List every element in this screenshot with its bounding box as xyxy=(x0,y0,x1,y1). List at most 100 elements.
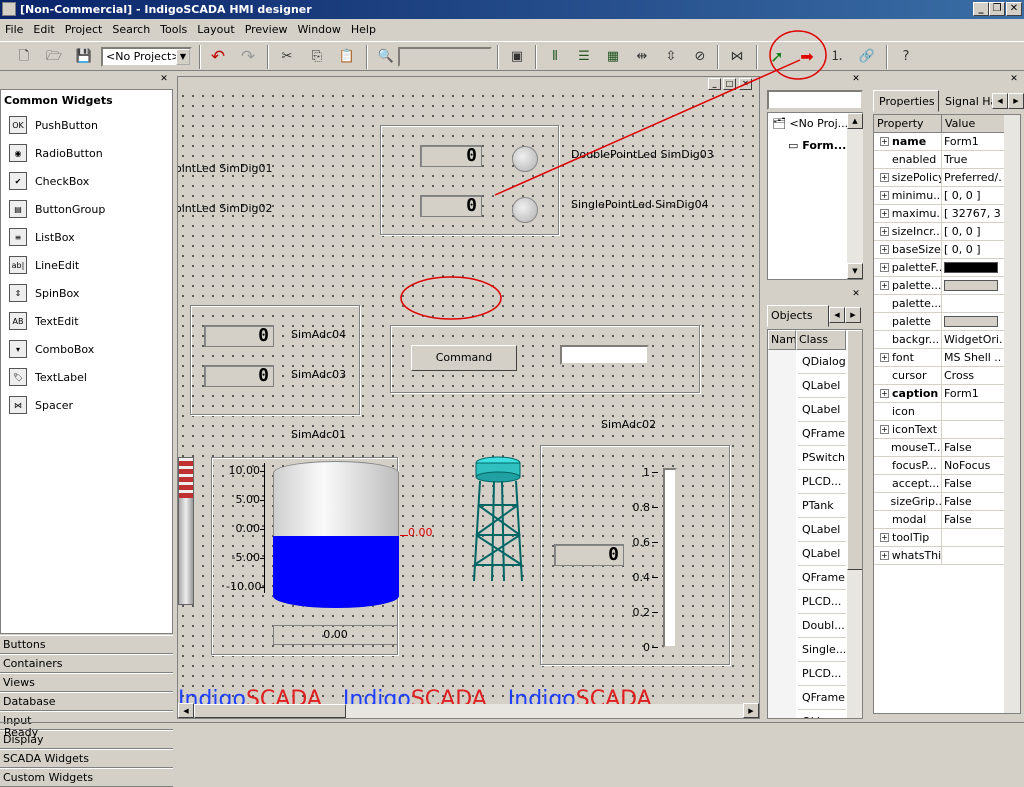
new-file-icon[interactable]: 🗋 xyxy=(12,46,36,68)
tab-left-icon[interactable]: ◀ xyxy=(992,93,1008,109)
expand-icon[interactable]: + xyxy=(880,173,889,182)
property-value[interactable]: Form1 xyxy=(942,133,1002,150)
close-icon[interactable]: ✕ xyxy=(849,289,863,301)
find-icon[interactable]: 🔍 xyxy=(374,46,398,68)
widget-buttongroup[interactable]: ▤ ButtonGroup xyxy=(1,195,172,223)
property-value[interactable] xyxy=(942,313,1002,330)
lcd-adc03[interactable]: 0 xyxy=(204,365,274,387)
whats-this-icon[interactable]: ? xyxy=(894,46,918,68)
cut-icon[interactable]: ✂ xyxy=(275,46,299,68)
property-value[interactable]: NoFocus xyxy=(942,457,1002,474)
slider-lcd[interactable]: 0 xyxy=(554,544,624,566)
scroll-right-icon[interactable]: ▶ xyxy=(743,703,759,718)
property-value[interactable]: False xyxy=(942,493,1002,510)
category-views[interactable]: Views xyxy=(0,673,173,692)
thermometer-widget[interactable] xyxy=(178,457,194,605)
objects-col-class[interactable]: Class xyxy=(796,330,846,350)
object-row[interactable]: Doubl... xyxy=(798,614,846,638)
property-grid[interactable]: Property Value + name Form1 enabled True + siz… xyxy=(873,114,1021,714)
property-value[interactable]: Form1 xyxy=(942,385,1002,402)
single-point-led[interactable] xyxy=(512,197,538,223)
expand-icon[interactable]: + xyxy=(880,281,889,290)
expand-icon[interactable]: + xyxy=(880,389,889,398)
paste-icon[interactable]: 📋 xyxy=(335,46,359,68)
property-row[interactable]: + font MS Shell ... xyxy=(874,349,1020,367)
command-button[interactable]: Command xyxy=(411,345,517,371)
property-value[interactable]: [ 32767, 3... xyxy=(942,205,1002,222)
objects-vscroll-thumb[interactable] xyxy=(847,330,862,570)
category-database[interactable]: Database xyxy=(0,692,173,711)
objects-tab[interactable]: Objects xyxy=(767,305,829,327)
menu-help[interactable]: Help xyxy=(346,20,381,40)
property-row[interactable]: + paletteF... xyxy=(874,259,1020,277)
property-row[interactable]: + baseSize[ 0, 0 ] xyxy=(874,241,1020,259)
scroll-up-icon[interactable]: ▲ xyxy=(847,113,863,129)
object-row[interactable]: PLCD... xyxy=(798,470,846,494)
slider-track[interactable] xyxy=(663,468,677,648)
property-value[interactable] xyxy=(942,259,1002,276)
expand-icon[interactable]: + xyxy=(880,533,889,542)
scroll-down-icon[interactable]: ▼ xyxy=(847,263,863,279)
category-scada-widgets[interactable]: SCADA Widgets xyxy=(0,749,173,768)
expand-icon[interactable]: + xyxy=(880,425,889,434)
tab-right-icon[interactable]: ▶ xyxy=(1008,93,1024,109)
menu-search[interactable]: Search xyxy=(107,20,155,40)
find-input[interactable] xyxy=(398,47,492,67)
widget-textedit[interactable]: AB TextEdit xyxy=(1,307,172,335)
widget-listbox[interactable]: ≡ ListBox xyxy=(1,223,172,251)
property-value[interactable]: False xyxy=(942,511,1002,528)
property-row[interactable]: + toolTip xyxy=(874,529,1020,547)
project-combo-small[interactable] xyxy=(767,90,863,110)
lcd-adc04[interactable]: 0 xyxy=(204,325,274,347)
property-row[interactable]: + name Form1 xyxy=(874,133,1020,151)
menu-window[interactable]: Window xyxy=(293,20,346,40)
property-value[interactable] xyxy=(942,295,1002,312)
expand-icon[interactable]: + xyxy=(880,245,889,254)
property-value[interactable] xyxy=(942,421,1002,438)
close-button[interactable]: ✕ xyxy=(1006,2,1022,16)
property-row[interactable]: palette... xyxy=(874,295,1020,313)
objects-list[interactable]: Name Class QDialogQLabelQLabelQFramePSwi… xyxy=(767,329,863,719)
menu-edit[interactable]: Edit xyxy=(28,20,59,40)
widget-textlabel[interactable]: 🏷 TextLabel xyxy=(1,363,172,391)
object-row[interactable]: PLCD... xyxy=(798,590,846,614)
property-value[interactable] xyxy=(942,547,1002,564)
property-row[interactable]: backgr...WidgetOri... xyxy=(874,331,1020,349)
objects-col-name[interactable]: Name xyxy=(768,330,796,350)
property-row[interactable]: +whatsThis xyxy=(874,547,1020,565)
object-row[interactable]: QLine xyxy=(798,710,846,718)
property-row[interactable]: focusP... NoFocus xyxy=(874,457,1020,475)
object-row[interactable]: PTank xyxy=(798,494,846,518)
property-value[interactable] xyxy=(942,277,1002,294)
property-row[interactable]: +maximu...[ 32767, 3... xyxy=(874,205,1020,223)
expand-icon[interactable]: + xyxy=(880,191,889,200)
form-item[interactable]: ▭ Form... xyxy=(788,139,846,152)
copy-icon[interactable]: ⎘ xyxy=(305,46,329,68)
lcd-double[interactable]: 0 xyxy=(420,145,482,167)
object-row[interactable]: QLabel xyxy=(798,374,846,398)
project-vscroll[interactable]: ▲ ▼ xyxy=(847,113,863,279)
tab-order-icon[interactable]: ⒈ xyxy=(825,46,849,68)
tab-left-icon[interactable]: ◀ xyxy=(829,307,845,323)
menu-preview[interactable]: Preview xyxy=(240,20,293,40)
minimize-button[interactable]: _ xyxy=(973,2,989,16)
expand-icon[interactable]: + xyxy=(880,551,889,560)
property-value[interactable] xyxy=(942,529,1002,546)
close-icon[interactable]: ✕ xyxy=(157,74,171,86)
object-row[interactable]: QLabel xyxy=(798,542,846,566)
object-row[interactable]: PSwitch xyxy=(798,446,846,470)
expand-icon[interactable]: + xyxy=(880,209,889,218)
category-containers[interactable]: Containers xyxy=(0,654,173,673)
menu-tools[interactable]: Tools xyxy=(155,20,192,40)
property-vscroll[interactable] xyxy=(1004,115,1020,713)
property-value[interactable]: True xyxy=(942,151,1002,168)
tank-widget[interactable] xyxy=(273,461,399,608)
property-row[interactable]: + palette... xyxy=(874,277,1020,295)
property-row[interactable]: palette xyxy=(874,313,1020,331)
object-row[interactable]: PLCD... xyxy=(798,662,846,686)
category-buttons[interactable]: Buttons xyxy=(0,635,173,654)
widget-checkbox[interactable]: ✔ CheckBox xyxy=(1,167,172,195)
property-row[interactable]: cursor Cross xyxy=(874,367,1020,385)
object-row[interactable]: QFrame xyxy=(798,422,846,446)
property-value[interactable] xyxy=(942,403,1002,420)
